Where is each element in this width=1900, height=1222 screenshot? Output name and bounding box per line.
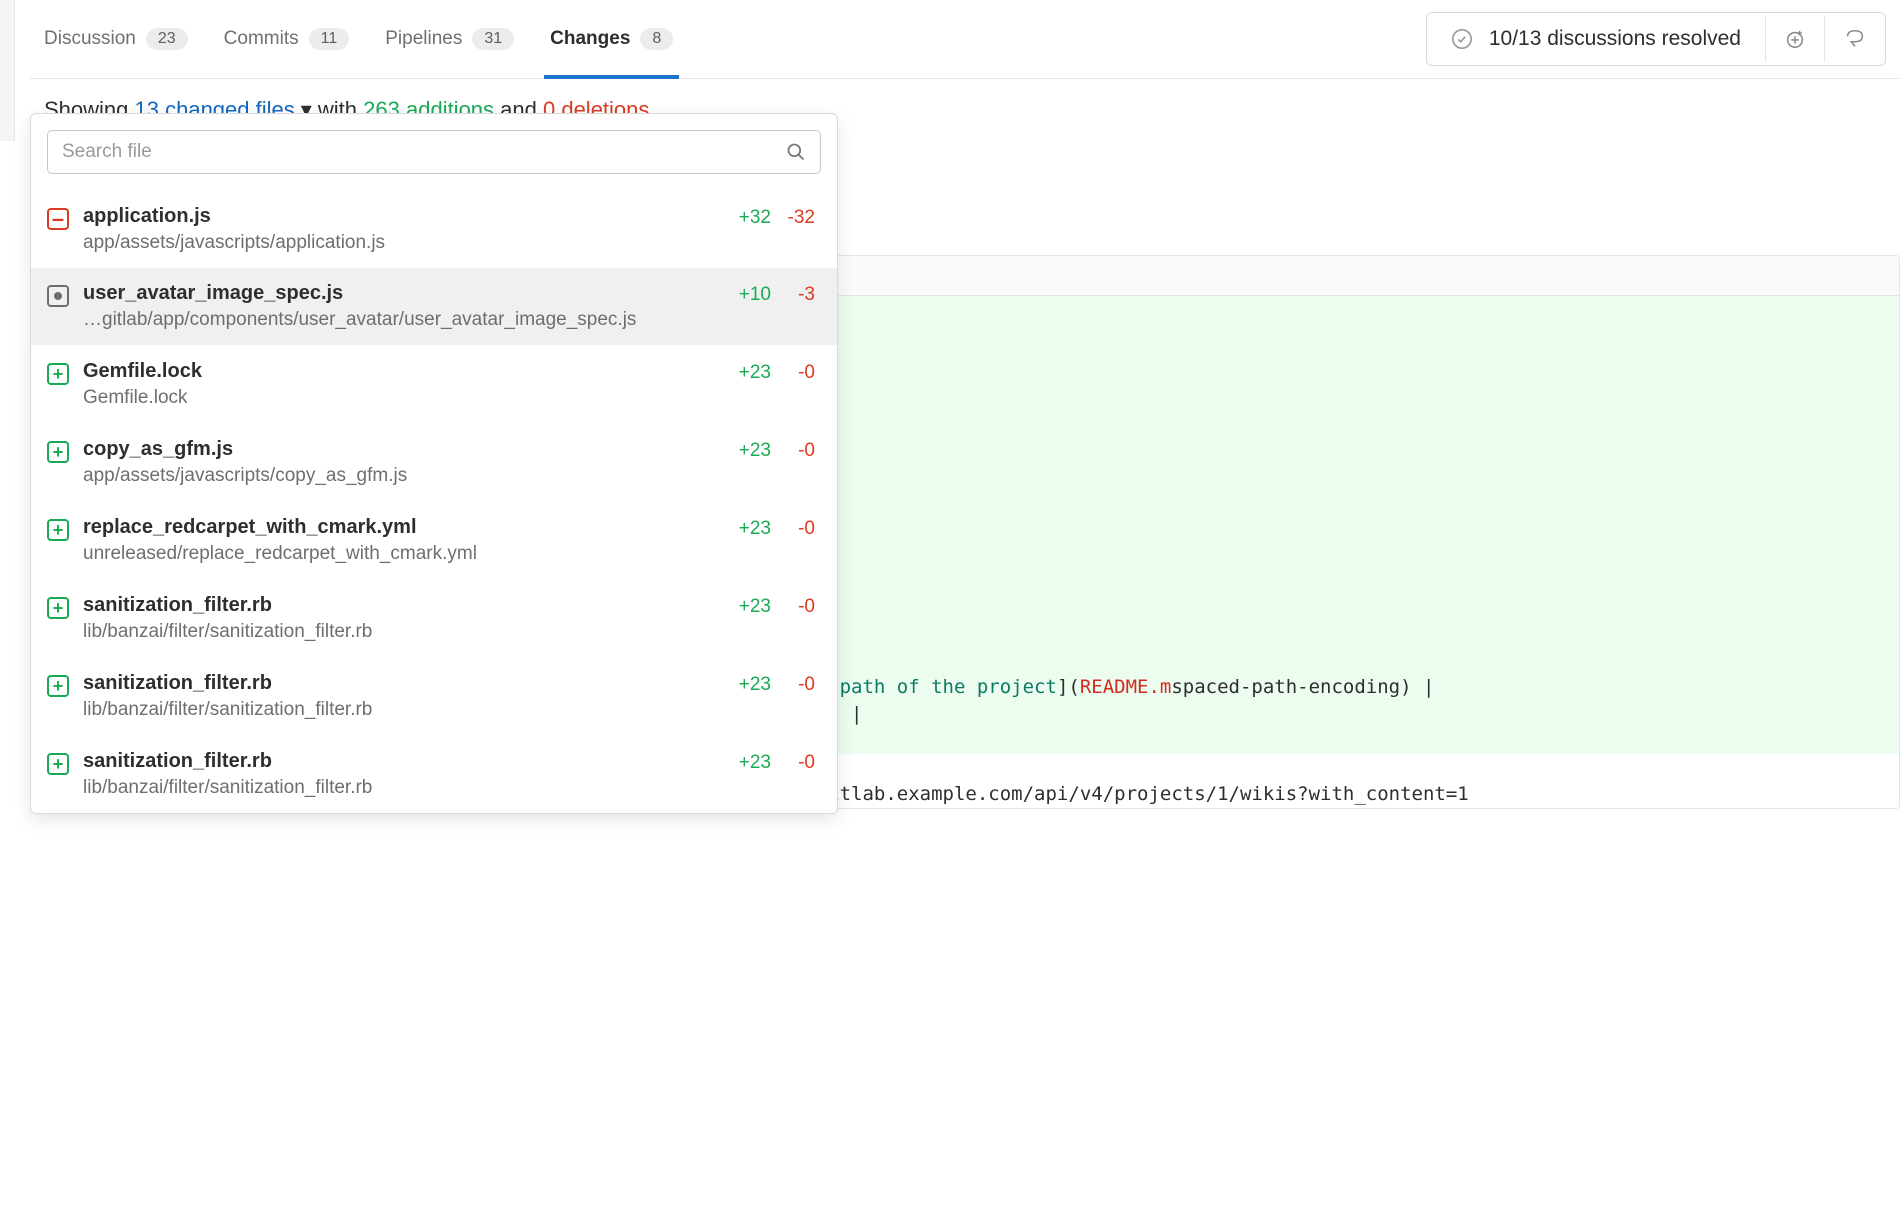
file-path: …gitlab/app/components/user_avatar/user_…: [83, 309, 717, 331]
new-issue-icon: [1784, 28, 1806, 50]
tab-commits-count: 11: [309, 28, 350, 50]
file-item[interactable]: + copy_as_gfm.js app/assets/javascripts/co…: [31, 423, 837, 501]
stat-deletions: -0: [785, 362, 815, 384]
file-stats: +23 -0: [731, 672, 815, 696]
discussions-resolved-text: 10/13 discussions resolved: [1489, 27, 1741, 51]
stat-additions: +23: [731, 518, 771, 540]
tab-pipelines-label: Pipelines: [385, 28, 462, 50]
file-name: sanitization_filter.rb: [83, 750, 717, 773]
left-gutter: [0, 0, 15, 141]
file-item[interactable]: + Gemfile.lock Gemfile.lock +23 -0: [31, 345, 837, 423]
file-text: Gemfile.lock Gemfile.lock: [83, 360, 717, 409]
file-dropdown: –application.js app/assets/javascripts/ap…: [30, 113, 838, 814]
file-path: lib/banzai/filter/sanitization_filter.rb: [83, 621, 717, 643]
file-stats: +23 -0: [731, 360, 815, 384]
stat-additions: +23: [731, 674, 771, 696]
file-text: replace_redcarpet_with_cmark.yml unreleas…: [83, 516, 717, 565]
stat-additions: +23: [731, 596, 771, 618]
file-item[interactable]: + sanitization_filter.rb lib/banzai/filter…: [31, 735, 837, 813]
stat-deletions: -0: [785, 596, 815, 618]
tab-discussion[interactable]: Discussion 23: [44, 0, 188, 78]
file-stats: +32 -32: [731, 205, 815, 229]
file-path: lib/banzai/filter/sanitization_filter.rb: [83, 699, 717, 721]
changes-summary: Showing 13 changed files▾ with 263 addit…: [30, 79, 1900, 141]
file-path: app/assets/javascripts/copy_as_gfm.js: [83, 465, 717, 487]
file-text: application.js app/assets/javascripts/app…: [83, 205, 717, 254]
file-name: user_avatar_image_spec.js: [83, 282, 717, 305]
added-status-icon: +: [47, 675, 69, 697]
stat-deletions: -0: [785, 752, 815, 774]
stat-additions: +10: [731, 284, 771, 306]
file-path: unreleased/replace_redcarpet_with_cmark.…: [83, 543, 717, 565]
search-icon: [786, 142, 806, 162]
added-status-icon: +: [47, 753, 69, 775]
file-path: app/assets/javascripts/application.js: [83, 232, 717, 254]
file-text: user_avatar_image_spec.js …gitlab/app/com…: [83, 282, 717, 331]
tab-changes-count: 8: [640, 28, 673, 50]
stat-deletions: -0: [785, 674, 815, 696]
discussions-resolved-box: 10/13 discussions resolved: [1426, 12, 1886, 66]
jump-next-button[interactable]: [1824, 16, 1885, 62]
file-name: Gemfile.lock: [83, 360, 717, 383]
tab-discussion-label: Discussion: [44, 28, 136, 50]
discussions-resolved-main: 10/13 discussions resolved: [1427, 13, 1765, 65]
file-stats: +10 -3: [731, 282, 815, 306]
file-item[interactable]: + sanitization_filter.rb lib/banzai/filter…: [31, 657, 837, 735]
stat-additions: +23: [731, 440, 771, 462]
file-path: Gemfile.lock: [83, 387, 717, 409]
stat-deletions: -3: [785, 284, 815, 306]
file-stats: +23 -0: [731, 438, 815, 462]
stat-additions: +32: [731, 207, 771, 229]
file-stats: +23 -0: [731, 594, 815, 618]
tab-pipelines[interactable]: Pipelines 31: [385, 0, 514, 78]
file-name: sanitization_filter.rb: [83, 594, 717, 617]
file-text: copy_as_gfm.js app/assets/javascripts/cop…: [83, 438, 717, 487]
file-item[interactable]: –application.js app/assets/javascripts/ap…: [31, 190, 837, 268]
changed-status-icon: [47, 285, 69, 307]
tab-bar: Discussion 23 Commits 11 Pipelines 31 Ch…: [30, 0, 1900, 79]
search-input[interactable]: [62, 141, 786, 163]
tab-commits-label: Commits: [224, 28, 299, 50]
new-issue-button[interactable]: [1765, 16, 1824, 62]
stat-deletions: -0: [785, 518, 815, 540]
tab-commits[interactable]: Commits 11: [224, 0, 350, 78]
file-item[interactable]: user_avatar_image_spec.js …gitlab/app/com…: [31, 268, 837, 345]
tab-discussion-count: 23: [146, 28, 188, 50]
stat-additions: +23: [731, 752, 771, 774]
file-name: sanitization_filter.rb: [83, 672, 717, 695]
added-status-icon: +: [47, 597, 69, 619]
file-text: sanitization_filter.rb lib/banzai/filter/…: [83, 672, 717, 721]
file-item[interactable]: + replace_redcarpet_with_cmark.ymlunrelea…: [31, 501, 837, 579]
jump-icon: [1843, 28, 1867, 50]
file-list: –application.js app/assets/javascripts/ap…: [31, 190, 837, 813]
file-name: copy_as_gfm.js: [83, 438, 717, 461]
added-status-icon: +: [47, 519, 69, 541]
file-text: sanitization_filter.rb lib/banzai/filter/…: [83, 750, 717, 799]
file-text: sanitization_filter.rb lib/banzai/filter/…: [83, 594, 717, 643]
stat-deletions: -0: [785, 440, 815, 462]
search-wrap: [47, 130, 821, 174]
modified-status-icon: –: [47, 208, 69, 230]
check-circle-icon: [1451, 28, 1473, 50]
file-name: application.js: [83, 205, 717, 228]
file-path: lib/banzai/filter/sanitization_filter.rb: [83, 777, 717, 799]
file-item[interactable]: + sanitization_filter.rb lib/banzai/filter…: [31, 579, 837, 657]
file-stats: +23 -0: [731, 750, 815, 774]
added-status-icon: +: [47, 441, 69, 463]
file-stats: +23 -0: [731, 516, 815, 540]
tab-changes-label: Changes: [550, 28, 630, 50]
tab-changes[interactable]: Changes 8: [550, 0, 673, 78]
stat-deletions: -32: [785, 207, 815, 229]
tab-pipelines-count: 31: [472, 28, 514, 50]
file-name: replace_redcarpet_with_cmark.yml: [83, 516, 717, 539]
added-status-icon: +: [47, 363, 69, 385]
stat-additions: +23: [731, 362, 771, 384]
